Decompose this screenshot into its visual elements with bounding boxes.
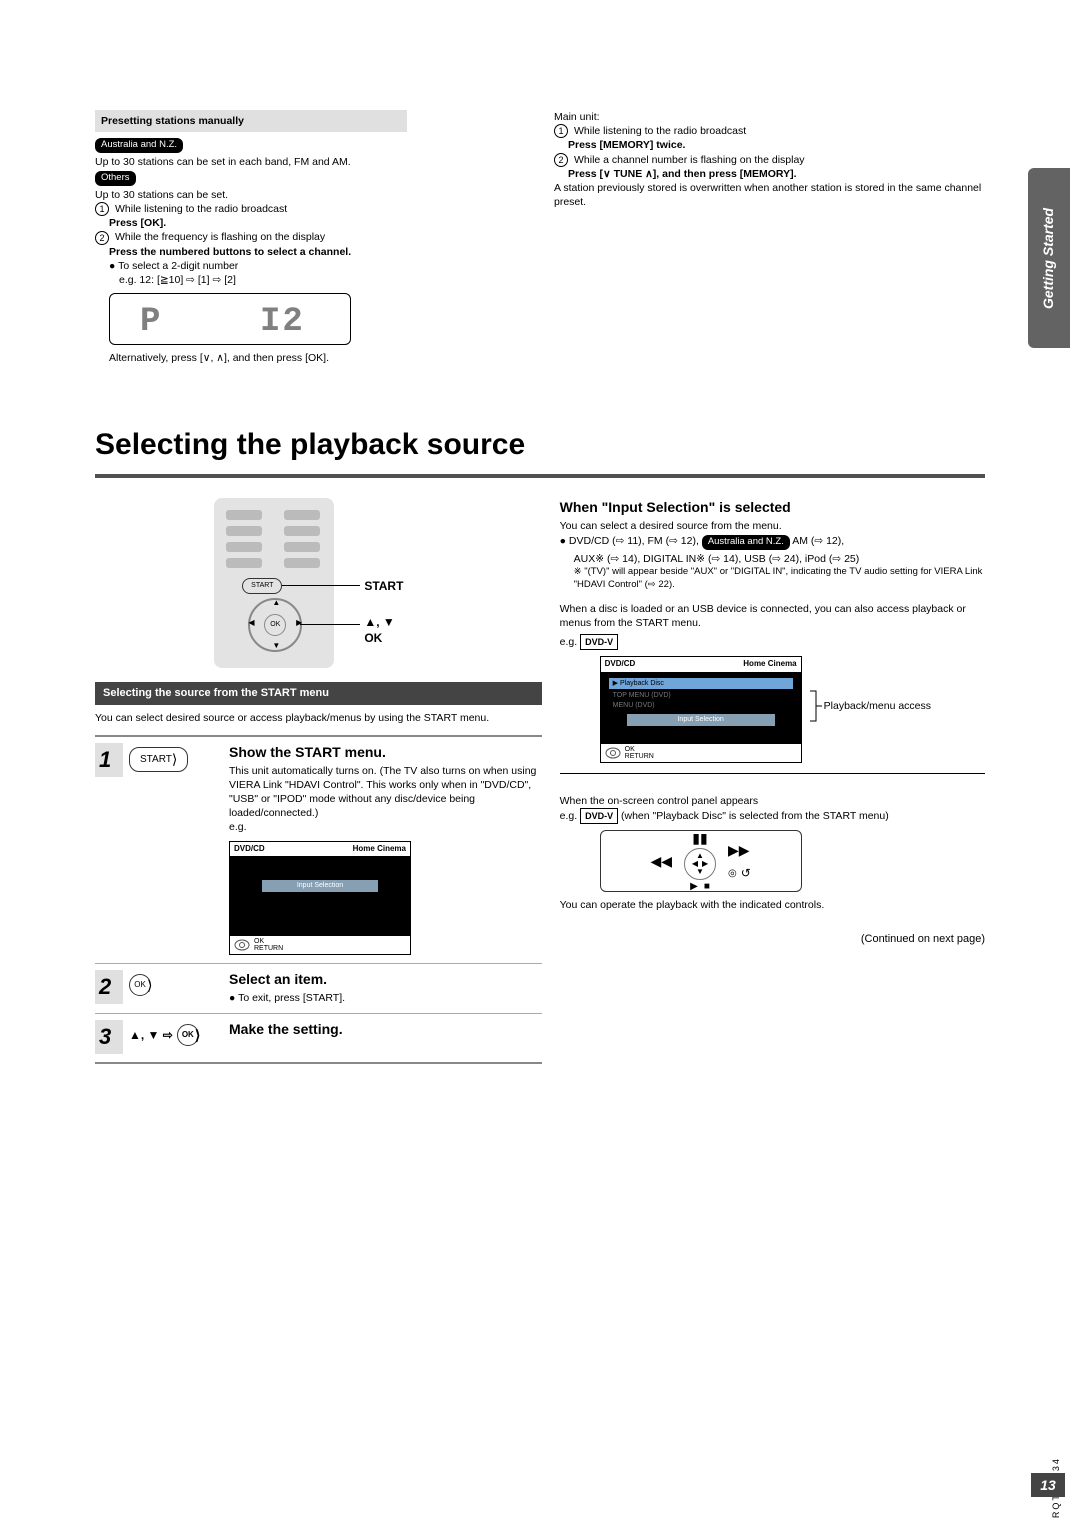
subheading-bar: Selecting the source from the START menu — [95, 682, 542, 705]
mainunit-head: Main unit: — [554, 110, 985, 124]
step3-num: 3 — [95, 1020, 123, 1054]
dot-icon: ◎ — [728, 867, 737, 881]
rc-continued: (Continued on next page) — [560, 932, 985, 947]
step-circle-1: 1 — [95, 202, 109, 216]
rc-row4: Input Selection — [627, 714, 775, 725]
bracket-icon — [810, 691, 822, 721]
remote-ok-btn: OK — [264, 614, 286, 636]
rc-eg-box: DVD-V — [580, 634, 618, 650]
pause-icon: ▮▮ — [692, 829, 707, 848]
rc-divider — [560, 773, 985, 774]
remote-start-btn: START — [242, 578, 282, 594]
step1-text: While listening to the radio broadcast — [115, 202, 287, 216]
lead-arrows-ok-label: ▲, ▼ OK — [364, 614, 394, 646]
rc-ms-head-r: Home Cinema — [743, 659, 796, 670]
mu-note: A station previously stored is overwritt… — [554, 181, 985, 209]
side-tab-label: Getting Started — [1040, 207, 1059, 308]
display-box: P I2 — [109, 293, 351, 345]
ffwd-icon: ▶▶ — [728, 841, 751, 860]
rc-eg: e.g. — [560, 636, 580, 648]
step2-bullet-b: e.g. 12: [≧10] ⇨ [1] ⇨ [2] — [119, 273, 526, 287]
rc-l1: You can select a desired source from the… — [560, 519, 985, 533]
step1-screen: DVD/CD Home Cinema Input Selection OK RE… — [229, 841, 411, 956]
rc-row3: MENU (DVD) — [609, 701, 793, 710]
step1-start-icon: START ⟩ — [129, 747, 188, 772]
step2-title: Select an item. — [229, 970, 542, 989]
step2-bullet-a: To select a 2-digit number — [118, 260, 238, 272]
aunz-text: Up to 30 stations can be set in each ban… — [95, 155, 526, 169]
step1-bold: Press [OK]. — [109, 217, 166, 229]
preset-title: Presetting stations manually — [95, 110, 407, 132]
others-text: Up to 30 stations can be set. — [95, 188, 526, 202]
step-circle-2: 2 — [95, 231, 109, 245]
ms-okret: OK RETURN — [254, 938, 283, 952]
rc-disc: When a disc is loaded or an USB device i… — [560, 602, 985, 630]
mu-step1b: Press [MEMORY] twice. — [568, 139, 685, 151]
rc-osd-note: You can operate the playback with the in… — [560, 898, 985, 912]
display-seg-12: I2 — [260, 300, 305, 346]
step3-icon-row: ▲, ▼ ⇨ OK ⟩ — [129, 1024, 200, 1046]
mu-step2a: While a channel number is flashing on th… — [574, 153, 805, 167]
rc-l4: ※ "(TV)" will appear beside "AUX" or "DI… — [574, 566, 985, 592]
region-aunz-pill: Australia and N.Z. — [95, 138, 183, 153]
rc-osd-eg: e.g. — [560, 810, 580, 822]
step1-body: This unit automatically turns on. (The T… — [229, 764, 542, 821]
side-tab: Getting Started — [1028, 168, 1070, 348]
mu-circle-2: 2 — [554, 153, 568, 167]
step2-body: ● To exit, press [START]. — [229, 991, 542, 1005]
rc-osd-after: (when "Playback Disc" is selected from t… — [621, 810, 889, 822]
display-seg-p: P — [140, 300, 162, 346]
rc-ms-head-l: DVD/CD — [605, 659, 636, 670]
subheading-text: You can select desired source or access … — [95, 711, 542, 725]
ok-ring-icon: ▲ ◀▶ ▼ — [684, 848, 716, 880]
rc-l2b: AM (⇨ 12), — [792, 535, 844, 547]
lead-start-label: START — [364, 578, 403, 594]
mu-step2b: Press [∨ TUNE ∧], and then press [MEMORY… — [568, 168, 797, 180]
remote-illustration: START ▲ ▼ ◀ ▶ OK START ▲, ▼ OK — [178, 498, 458, 668]
alt-press-text: Alternatively, press [∨, ∧], and then pr… — [109, 351, 526, 365]
rc-l3: AUX※ (⇨ 14), DIGITAL IN※ (⇨ 14), USB (⇨ … — [574, 552, 985, 566]
step1-num: 1 — [95, 743, 123, 777]
rc-osd-intro: When the on-screen control panel appears — [560, 794, 985, 808]
ms-head-l: DVD/CD — [234, 844, 265, 855]
mu-step1a: While listening to the radio broadcast — [574, 124, 746, 138]
nav-icon — [605, 747, 621, 759]
page-number: 13 — [1031, 1473, 1065, 1497]
step2-bold: Press the numbered buttons to select a c… — [109, 246, 351, 258]
rc-osd-box: DVD-V — [580, 808, 618, 824]
remote-nav-ring: ▲ ▼ ◀ ▶ OK — [248, 598, 302, 652]
step2-text: While the frequency is flashing on the d… — [115, 230, 325, 244]
rc-heading: When "Input Selection" is selected — [560, 498, 985, 517]
step3-title: Make the setting. — [229, 1020, 542, 1039]
mu-circle-1: 1 — [554, 124, 568, 138]
ms-head-r: Home Cinema — [353, 844, 406, 855]
controls-panel: ◀◀ ▮▮ ▲ ◀▶ ▼ ▶ ■ — [600, 830, 802, 892]
step-table: 1 START ⟩ Show the START menu. This unit… — [95, 735, 542, 1064]
nav-icon — [234, 939, 250, 951]
step2-num: 2 — [95, 970, 123, 1004]
rc-screen: DVD/CD Home Cinema ▶ Playback Disc TOP M… — [600, 656, 802, 763]
play-icon: ▶ — [690, 880, 698, 894]
rc-okret: OK RETURN — [625, 746, 654, 760]
rc-annot: Playback/menu access — [824, 699, 931, 713]
step1-eg: e.g. — [229, 820, 542, 834]
rc-row1: ▶ Playback Disc — [609, 678, 793, 689]
step2-ok-icon: OK ⟩ — [129, 974, 152, 996]
region-others-pill: Others — [95, 171, 136, 186]
main-heading: Selecting the playback source — [95, 425, 985, 466]
step1-title: Show the START menu. — [229, 743, 542, 762]
heading-rule — [95, 474, 985, 478]
rc-aunz-pill: Australia and N.Z. — [702, 535, 790, 550]
rc-l2a: ● DVD/CD (⇨ 11), FM (⇨ 12), — [560, 535, 702, 547]
rewind-icon: ◀◀ — [650, 852, 672, 871]
rc-row2: TOP MENU (DVD) — [609, 691, 793, 700]
return-icon: ↺ — [741, 865, 751, 881]
stop-icon: ■ — [704, 880, 710, 894]
ms-selbar: Input Selection — [262, 880, 378, 891]
